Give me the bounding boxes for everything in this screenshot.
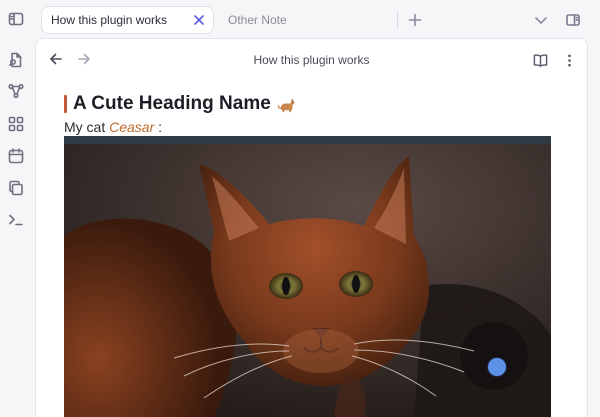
tab-how-this-plugin-works[interactable]: How this plugin works: [41, 6, 214, 34]
daily-note-calendar-icon[interactable]: [8, 148, 24, 164]
reading-view-book-icon[interactable]: [532, 52, 548, 68]
view-title: How this plugin works: [253, 53, 370, 67]
heading-accent-bar: [64, 95, 67, 113]
command-palette-icon[interactable]: [8, 212, 24, 228]
tab-label: Other Note: [228, 13, 287, 27]
tab-close-icon[interactable]: [192, 13, 206, 27]
note-content: A Cute Heading Name My cat Ceasar :: [64, 91, 559, 137]
sidebar-toggle-icon[interactable]: [8, 11, 24, 27]
heading-text: A Cute Heading Name: [73, 93, 271, 114]
note-pane: How this plugin works A Cute Heading Nam…: [35, 38, 588, 417]
more-options-icon[interactable]: [561, 52, 577, 68]
tab-divider: [397, 11, 398, 29]
canvas-icon[interactable]: [8, 116, 24, 132]
tab-label: How this plugin works: [51, 13, 168, 27]
cat-photo-image: [64, 136, 551, 417]
note-line: My cat Ceasar :: [64, 119, 559, 137]
cat-name-italic: Ceasar: [109, 119, 155, 135]
graph-view-icon[interactable]: [8, 83, 24, 99]
view-header: How this plugin works: [36, 39, 587, 81]
line-prefix: My cat: [64, 119, 110, 135]
right-sidebar-toggle-icon[interactable]: [565, 12, 581, 28]
pointer-cursor-indicator: [488, 358, 506, 376]
line-suffix: :: [154, 119, 163, 135]
left-ribbon: [0, 0, 32, 417]
cat-emoji-icon: [277, 95, 296, 114]
open-quick-switcher-icon[interactable]: [8, 52, 24, 68]
note-heading: A Cute Heading Name: [64, 91, 559, 117]
new-tab-icon[interactable]: [407, 12, 423, 28]
templates-copy-icon[interactable]: [8, 180, 24, 196]
tab-list-chevron-icon[interactable]: [533, 12, 549, 28]
tab-other-note[interactable]: Other Note: [228, 6, 388, 34]
tab-bar: How this plugin works Other Note: [32, 0, 600, 38]
